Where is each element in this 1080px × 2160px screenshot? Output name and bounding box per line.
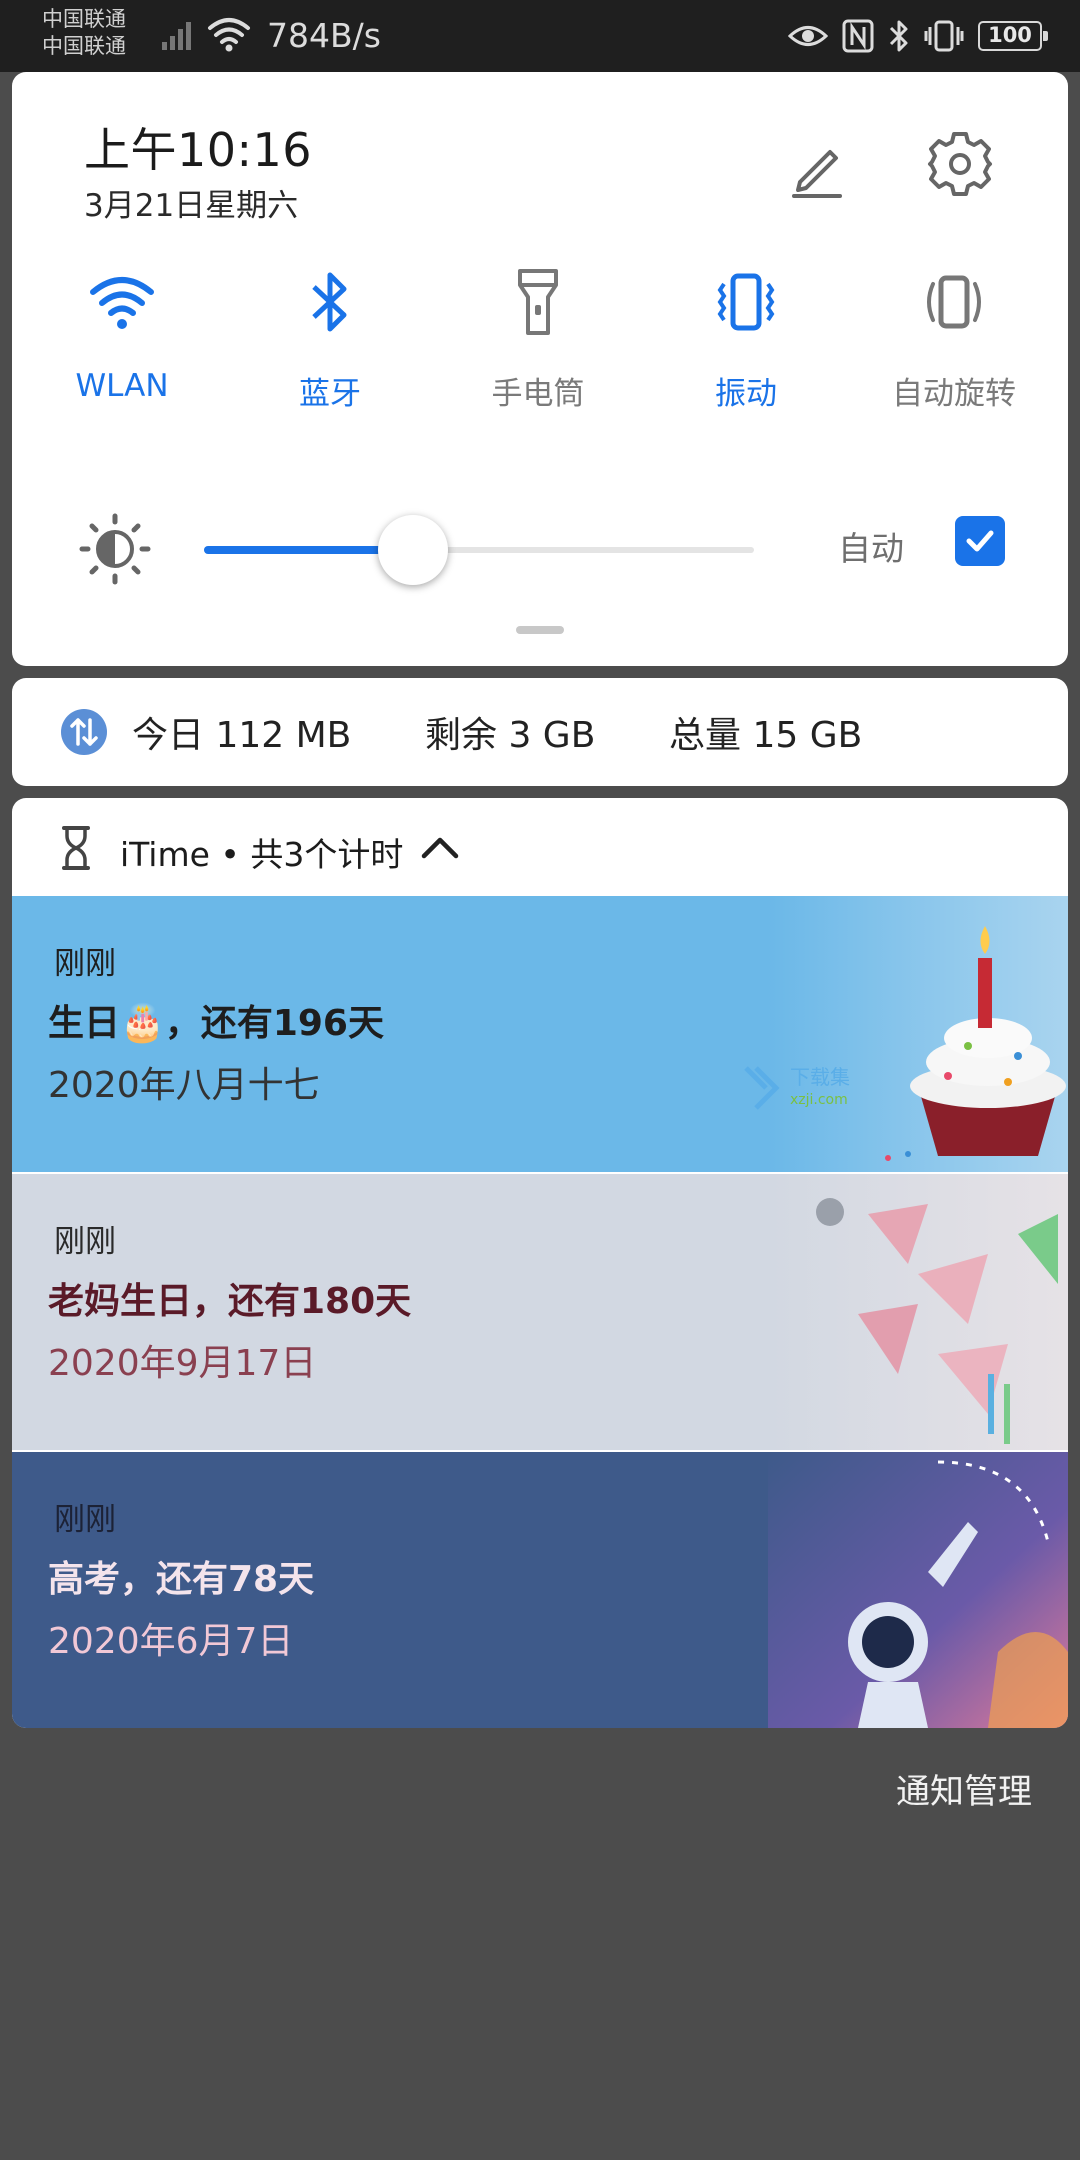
checkmark-icon bbox=[966, 530, 994, 552]
rotate-icon bbox=[914, 262, 994, 342]
data-today: 今日 112 MB bbox=[132, 715, 352, 756]
auto-brightness-label: 自动 bbox=[838, 529, 904, 568]
card-date: 2020年6月7日 bbox=[48, 1621, 294, 1662]
card-time: 刚刚 bbox=[54, 946, 116, 982]
status-icons: 100 bbox=[788, 14, 1048, 58]
tile-label: WLAN bbox=[75, 368, 169, 404]
card-date: 2020年八月十七 bbox=[48, 1065, 320, 1106]
astronaut-image bbox=[768, 1452, 1068, 1728]
signal-icon bbox=[162, 22, 191, 50]
card-title: 生日🎂，还有196天 bbox=[48, 1003, 384, 1044]
panel-drag-handle[interactable] bbox=[516, 626, 564, 634]
card-title: 老妈生日，还有180天 bbox=[48, 1281, 412, 1322]
status-bar: 中国联通 中国联通 784B/s 100 bbox=[0, 0, 1080, 72]
hourglass-icon bbox=[62, 826, 90, 870]
brightness-icon bbox=[79, 513, 151, 585]
notification-header[interactable]: iTime • 共3个计时 bbox=[12, 798, 1068, 896]
battery-icon: 100 bbox=[978, 21, 1048, 51]
card-time: 刚刚 bbox=[54, 1224, 116, 1260]
itime-notification: iTime • 共3个计时 刚刚 生日🎂，还有196天 2020年八月十七 刚刚… bbox=[12, 798, 1068, 1728]
carrier-labels: 中国联通 中国联通 bbox=[42, 6, 126, 60]
bluetooth-status-icon bbox=[889, 20, 908, 52]
tile-label: 蓝牙 bbox=[299, 376, 361, 412]
watermark-name: 下载集 bbox=[790, 1065, 850, 1089]
data-total: 总量 15 GB bbox=[669, 715, 863, 756]
card-title: 高考，还有78天 bbox=[48, 1559, 315, 1600]
edit-icon[interactable] bbox=[782, 132, 852, 202]
tile-auto-rotate[interactable]: 自动旋转 bbox=[854, 262, 1054, 432]
wifi-status-icon bbox=[208, 18, 250, 52]
tile-flashlight[interactable]: 手电筒 bbox=[438, 262, 638, 432]
cupcake-image bbox=[768, 896, 1068, 1172]
bluetooth-icon bbox=[290, 262, 370, 342]
timer-card-birthday[interactable]: 刚刚 生日🎂，还有196天 2020年八月十七 bbox=[12, 896, 1068, 1172]
watermark-logo: 下载集 xzji.com bbox=[744, 1065, 850, 1110]
card-time: 刚刚 bbox=[54, 1502, 116, 1538]
slider-thumb[interactable] bbox=[378, 515, 448, 585]
tile-wlan[interactable]: WLAN bbox=[22, 262, 222, 432]
carrier-1: 中国联通 bbox=[42, 7, 126, 31]
auto-brightness-checkbox[interactable] bbox=[955, 516, 1005, 566]
net-speed: 784B/s bbox=[267, 16, 381, 55]
quick-settings-panel: 上午10:16 3月21日星期六 WLAN 蓝牙 手电筒 振动 自动旋转 自动 bbox=[12, 72, 1068, 666]
chevron-up-icon[interactable] bbox=[418, 826, 462, 870]
tile-bluetooth[interactable]: 蓝牙 bbox=[230, 262, 430, 432]
eye-icon bbox=[788, 26, 828, 46]
card-date: 2020年9月17日 bbox=[48, 1343, 317, 1384]
brightness-slider[interactable] bbox=[204, 515, 754, 585]
vibrate-icon bbox=[706, 262, 786, 342]
timer-card-mom-birthday[interactable]: 刚刚 老妈生日，还有180天 2020年9月17日 bbox=[12, 1174, 1068, 1450]
wifi-icon bbox=[82, 262, 162, 342]
data-traffic-icon bbox=[61, 709, 107, 755]
notification-manage-link[interactable]: 通知管理 bbox=[896, 1764, 1032, 1813]
tile-label: 手电筒 bbox=[491, 376, 585, 412]
data-usage-card[interactable]: 今日 112 MB 剩余 3 GB 总量 15 GB bbox=[12, 678, 1068, 786]
quick-tiles: WLAN 蓝牙 手电筒 振动 自动旋转 bbox=[12, 262, 1068, 432]
tile-label: 自动旋转 bbox=[892, 376, 1016, 412]
settings-gear-icon[interactable] bbox=[924, 128, 996, 200]
flashlight-icon bbox=[498, 262, 578, 342]
nfc-icon bbox=[842, 19, 874, 53]
clock: 上午10:16 bbox=[84, 123, 313, 177]
watermark-domain: xzji.com bbox=[790, 1092, 848, 1108]
cake-slices-image bbox=[768, 1174, 1068, 1450]
vibrate-status-icon bbox=[924, 20, 964, 52]
notification-app-title: iTime • 共3个计时 bbox=[120, 835, 404, 874]
tile-vibrate[interactable]: 振动 bbox=[646, 262, 846, 432]
data-remaining: 剩余 3 GB bbox=[425, 715, 596, 756]
carrier-2: 中国联通 bbox=[42, 34, 126, 58]
timer-card-gaokao[interactable]: 刚刚 高考，还有78天 2020年6月7日 bbox=[12, 1452, 1068, 1728]
tile-label: 振动 bbox=[715, 376, 777, 412]
date: 3月21日星期六 bbox=[84, 188, 299, 224]
